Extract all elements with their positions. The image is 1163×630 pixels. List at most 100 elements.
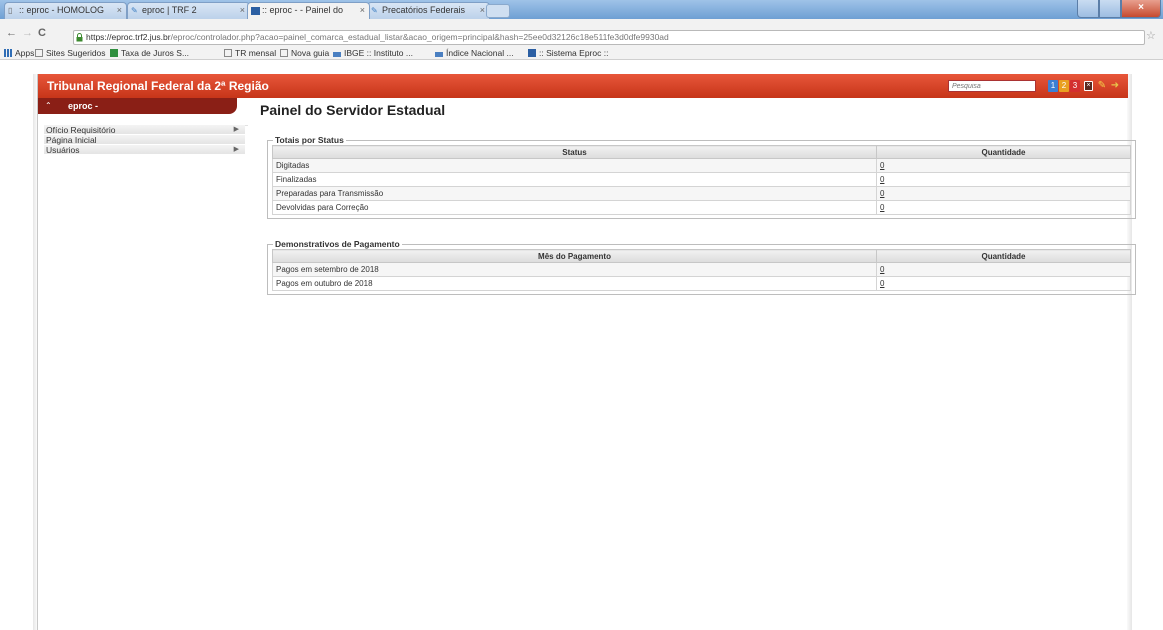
column-header-quantidade: Quantidade	[876, 249, 1131, 263]
site-header: Tribunal Regional Federal da 2ª Região 1…	[38, 74, 1128, 98]
quantity-link[interactable]: 0	[880, 175, 884, 184]
status-cell: Digitadas	[272, 158, 877, 173]
site-frame: Tribunal Regional Federal da 2ª Região 1…	[37, 74, 1136, 630]
window-close-button[interactable]: ×	[1121, 0, 1161, 18]
wrench-icon[interactable]: ✎	[1097, 80, 1107, 92]
badge-3[interactable]: 3	[1070, 80, 1080, 92]
status-cell: Devolvidas para Correção	[272, 200, 877, 215]
quantity-link[interactable]: 0	[880, 189, 884, 198]
column-header-mes-pagamento: Mês do Pagamento	[272, 249, 877, 263]
quantity-link[interactable]: 0	[880, 279, 884, 288]
ibge-icon	[435, 52, 443, 57]
browser-tab-homolog[interactable]: ▯ :: eproc - HOMOLOG ×	[4, 2, 127, 19]
forward-arrow-icon[interactable]: →	[22, 27, 33, 39]
section-legend: Demonstrativos de Pagamento	[275, 239, 400, 249]
bookmark-label: TR mensal	[235, 48, 277, 58]
quantity-link[interactable]: 0	[880, 161, 884, 170]
address-bar[interactable]: https://eproc.trf2.jus.br/eproc/controla…	[73, 30, 1145, 45]
quantity-cell: 0	[876, 262, 1131, 277]
bookmark-label: :: Sistema Eproc ::	[539, 48, 609, 58]
status-totals-section: Totais por Status Status Quantidade Digi…	[267, 135, 1136, 219]
badge-1[interactable]: 1	[1048, 80, 1058, 92]
chevron-right-icon: ▶	[233, 126, 239, 133]
apps-grid-icon	[4, 49, 12, 57]
table-row: Finalizadas 0	[272, 172, 1131, 187]
browser-tab-painel[interactable]: :: eproc - - Painel do ×	[247, 2, 370, 19]
sidebar-item-pagina-inicial[interactable]: Página Inicial	[44, 135, 245, 145]
bookmark-tr-mensal[interactable]: TR mensal	[224, 47, 276, 59]
tab-label: eproc | TRF 2	[142, 5, 197, 15]
month-cell: Pagos em outubro de 2018	[272, 276, 877, 291]
tab-label: Precatórios Federais	[382, 5, 466, 15]
table-header-row: Status Quantidade	[272, 145, 1131, 159]
payment-table: Mês do Pagamento Quantidade Pagos em set…	[272, 249, 1131, 291]
sidebar-item-usuarios[interactable]: Usuários ▶	[44, 145, 245, 155]
quantity-cell: 0	[876, 276, 1131, 291]
column-header-status: Status	[272, 145, 877, 159]
sidebar-item-oficio-requisitorio[interactable]: Ofício Requisitório ▶	[44, 125, 245, 135]
reload-icon[interactable]: C	[38, 27, 46, 39]
bookmark-label: Nova guia	[291, 48, 330, 58]
browser-tab-eproc-trf2[interactable]: ✎ eproc | TRF 2 ×	[127, 2, 250, 19]
close-box-icon[interactable]: ×	[1084, 81, 1093, 91]
url-path: /eproc/controlador.php?acao=painel_comar…	[170, 32, 669, 42]
ibge-icon	[333, 52, 341, 57]
minimize-button[interactable]	[1077, 0, 1099, 18]
back-arrow-icon[interactable]: ←	[6, 27, 17, 39]
table-row: Digitadas 0	[272, 158, 1131, 173]
status-table: Status Quantidade Digitadas 0 Finalizada…	[272, 145, 1131, 215]
quantity-cell: 0	[876, 186, 1131, 201]
table-row: Devolvidas para Correção 0	[272, 200, 1131, 215]
close-icon[interactable]: ×	[240, 5, 245, 15]
page-icon: ▯	[8, 6, 13, 15]
sidebar-header[interactable]: ⌃ eproc -	[38, 98, 237, 114]
bookmark-ibge[interactable]: IBGE :: Instituto ...	[333, 47, 413, 59]
bookmark-label: IBGE :: Instituto ...	[344, 48, 413, 58]
close-icon[interactable]: ×	[117, 5, 122, 15]
bookmark-star-icon[interactable]: ☆	[1146, 29, 1156, 42]
table-header-row: Mês do Pagamento Quantidade	[272, 249, 1131, 263]
quantity-link[interactable]: 0	[880, 203, 884, 212]
bookmark-nova-guia[interactable]: Nova guia	[280, 47, 329, 59]
quantity-cell: 0	[876, 172, 1131, 187]
bookmark-sites-sugeridos[interactable]: Sites Sugeridos	[35, 47, 106, 59]
eproc-icon	[528, 49, 536, 57]
page-viewport: Tribunal Regional Federal da 2ª Região 1…	[0, 61, 1163, 630]
quantity-link[interactable]: 0	[880, 265, 884, 274]
sidebar-brand: eproc -	[68, 101, 99, 111]
bookmark-apps[interactable]: Apps	[4, 47, 34, 59]
bookmark-taxa-juros[interactable]: Taxa de Juros S...	[110, 47, 189, 59]
page-title: Painel do Servidor Estadual	[260, 102, 446, 118]
search-input[interactable]	[948, 80, 1036, 92]
sidebar-item-label: Ofício Requisitório	[46, 125, 116, 135]
collapse-chevron-icon[interactable]: ⌃	[45, 101, 52, 110]
close-icon[interactable]: ×	[360, 5, 365, 15]
table-row: Pagos em setembro de 2018 0	[272, 262, 1131, 277]
status-cell: Preparadas para Transmissão	[272, 186, 877, 201]
bookmark-indice-nacional[interactable]: Índice Nacional ...	[435, 47, 514, 59]
chevron-right-icon: ▶	[233, 146, 239, 153]
table-row: Pagos em outubro de 2018 0	[272, 276, 1131, 291]
bookmark-label: Índice Nacional ...	[446, 48, 514, 58]
status-cell: Finalizadas	[272, 172, 877, 187]
sidebar-item-label: Página Inicial	[46, 135, 97, 145]
browser-tab-precatorios[interactable]: ✎ Precatórios Federais ×	[367, 2, 490, 19]
bookmark-label: Apps	[15, 48, 35, 58]
quantity-cell: 0	[876, 158, 1131, 173]
browser-tabstrip: ▯ :: eproc - HOMOLOG × ✎ eproc | TRF 2 ×…	[0, 0, 1163, 19]
bookmark-label: Taxa de Juros S...	[121, 48, 190, 58]
maximize-button[interactable]	[1099, 0, 1121, 18]
sidebar-menu: Ofício Requisitório ▶ Página Inicial Usu…	[44, 125, 245, 155]
page-icon	[35, 49, 43, 57]
bookmark-sistema-eproc[interactable]: :: Sistema Eproc ::	[528, 47, 608, 59]
new-tab-button[interactable]	[486, 4, 510, 18]
table-row: Preparadas para Transmissão 0	[272, 186, 1131, 201]
tab-label: :: eproc - HOMOLOG	[19, 5, 105, 15]
badge-2[interactable]: 2	[1059, 80, 1069, 92]
bookmark-label: Sites Sugeridos	[46, 48, 106, 58]
logout-icon[interactable]: ➜	[1110, 80, 1120, 92]
month-cell: Pagos em setembro de 2018	[272, 262, 877, 277]
feather-icon: ✎	[371, 6, 378, 15]
eproc-icon	[251, 7, 260, 15]
close-icon[interactable]: ×	[480, 5, 485, 15]
